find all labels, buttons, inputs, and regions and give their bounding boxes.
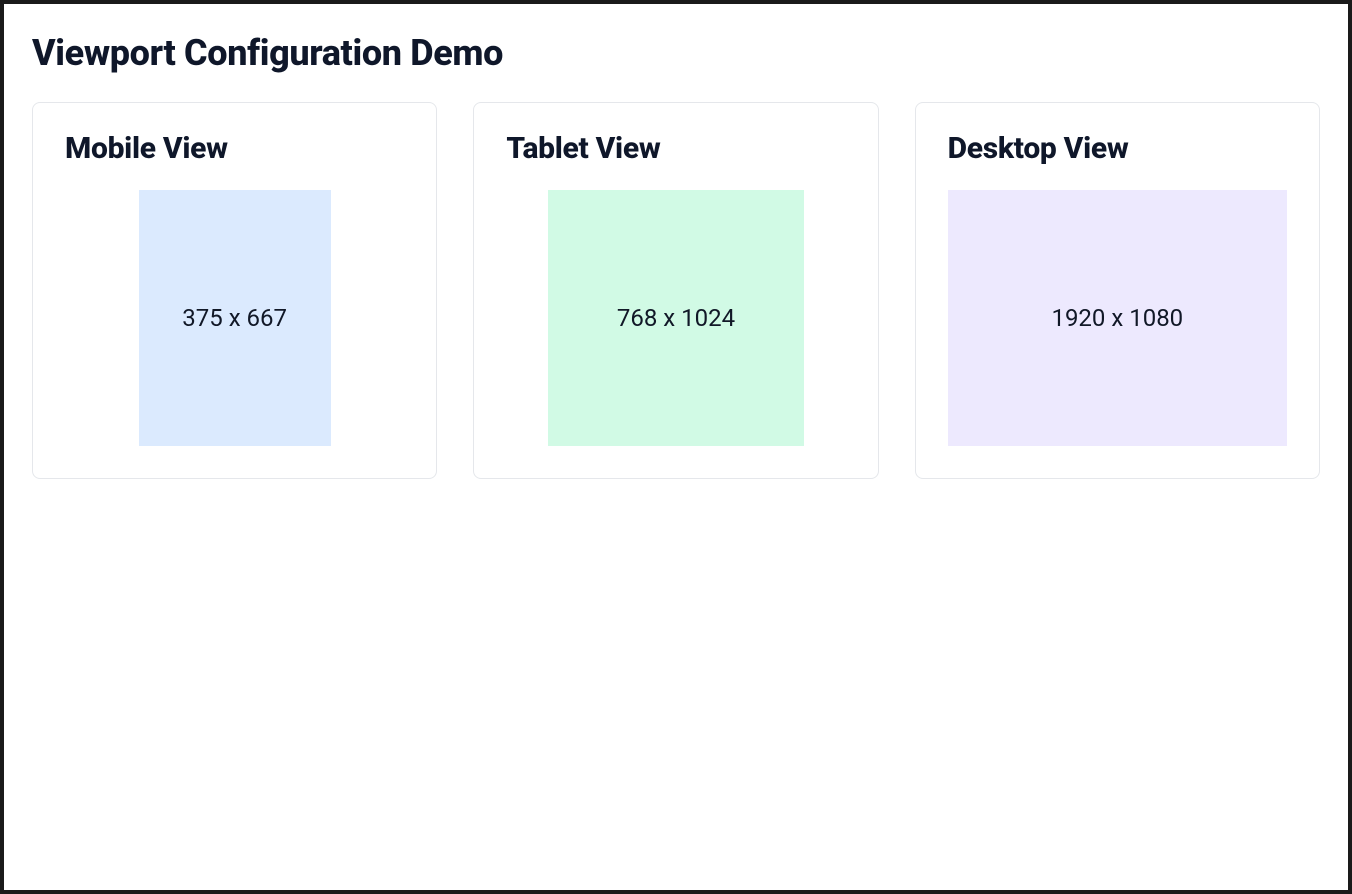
page-title: Viewport Configuration Demo bbox=[32, 32, 1320, 74]
viewport-card-title: Desktop View bbox=[948, 131, 1287, 166]
swatch-wrap: 1920 x 1080 bbox=[948, 190, 1287, 446]
viewport-dimensions-label: 1920 x 1080 bbox=[1051, 304, 1183, 332]
viewport-dimensions-label: 375 x 667 bbox=[182, 304, 287, 332]
viewport-card-title: Mobile View bbox=[65, 131, 404, 166]
swatch-wrap: 768 x 1024 bbox=[506, 190, 845, 446]
viewport-card-title: Tablet View bbox=[506, 131, 845, 166]
viewport-card-desktop: Desktop View 1920 x 1080 bbox=[915, 102, 1320, 479]
viewport-swatch-desktop: 1920 x 1080 bbox=[948, 190, 1287, 446]
viewport-swatch-tablet: 768 x 1024 bbox=[548, 190, 804, 446]
swatch-wrap: 375 x 667 bbox=[65, 190, 404, 446]
viewport-cards-row: Mobile View 375 x 667 Tablet View 768 x … bbox=[32, 102, 1320, 479]
viewport-card-mobile: Mobile View 375 x 667 bbox=[32, 102, 437, 479]
viewport-card-tablet: Tablet View 768 x 1024 bbox=[473, 102, 878, 479]
viewport-swatch-mobile: 375 x 667 bbox=[139, 190, 331, 446]
viewport-dimensions-label: 768 x 1024 bbox=[617, 304, 735, 332]
